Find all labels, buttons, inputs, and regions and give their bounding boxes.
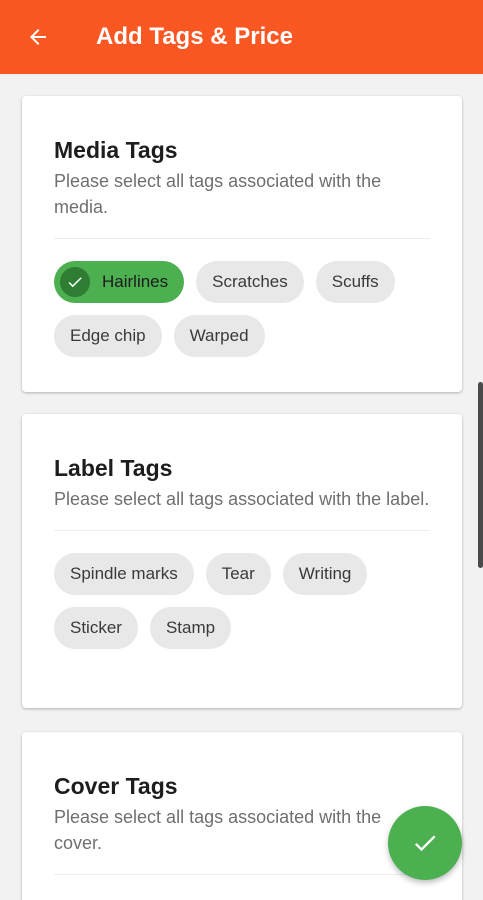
- page-title: Add Tags & Price: [96, 23, 293, 50]
- tag-chip-label: Edge chip: [70, 326, 146, 345]
- confirm-fab-button[interactable]: [388, 806, 462, 880]
- section-title: Cover Tags: [54, 773, 178, 799]
- tag-chip-stamp[interactable]: Stamp: [149, 607, 232, 649]
- divider: [54, 238, 430, 239]
- tag-chip-hairlines[interactable]: Hairlines: [54, 261, 185, 303]
- cover-tags-card: Cover Tags Please select all tags associ…: [22, 732, 462, 900]
- tag-chip-sticker[interactable]: Sticker: [54, 607, 138, 649]
- section-description: Please select all tags associated with t…: [54, 489, 430, 509]
- tag-chip-edge-chip[interactable]: Edge chip: [54, 315, 162, 357]
- app-bar: Add Tags & Price: [0, 0, 483, 74]
- tag-chip-warped[interactable]: Warped: [173, 315, 265, 357]
- label-tags-card: Label Tags Please select all tags associ…: [22, 414, 462, 708]
- scrollbar[interactable]: [478, 382, 483, 568]
- divider: [54, 874, 430, 875]
- tag-chip-label: Scuffs: [331, 272, 379, 291]
- arrow-left-icon: [30, 29, 46, 45]
- check-icon: [60, 267, 90, 297]
- media-tags-card: Media Tags Please select all tags associ…: [22, 96, 462, 392]
- section-description: Please select all tags associated with t…: [54, 807, 382, 853]
- tag-chip-group: Hairlines Scratches Scuffs Edge chip War…: [54, 261, 444, 369]
- tag-chip-label: Scratches: [212, 272, 288, 291]
- divider: [54, 530, 430, 531]
- tag-chip-scuffs[interactable]: Scuffs: [315, 261, 395, 303]
- section-title: Label Tags: [54, 455, 173, 481]
- section-description: Please select all tags associated with t…: [54, 171, 382, 217]
- tag-chip-scratches[interactable]: Scratches: [196, 261, 304, 303]
- tag-chip-label: Writing: [298, 564, 352, 583]
- tag-chip-label: Hairlines: [102, 272, 169, 291]
- tag-chip-label: Stamp: [165, 618, 216, 637]
- tag-chip-label: Warped: [189, 326, 249, 345]
- tag-chip-label: Spindle marks: [70, 564, 178, 583]
- section-title: Media Tags: [54, 137, 178, 163]
- tag-chip-label: Tear: [221, 564, 255, 583]
- scroll-content[interactable]: Media Tags Please select all tags associ…: [0, 74, 483, 900]
- tag-chip-tear[interactable]: Tear: [205, 553, 271, 595]
- tag-chip-spindle-marks[interactable]: Spindle marks: [54, 553, 194, 595]
- tag-chip-writing[interactable]: Writing: [282, 553, 368, 595]
- check-icon: [414, 835, 436, 852]
- tag-chip-label: Sticker: [70, 618, 122, 637]
- tag-chip-group: Spindle marks Tear Writing Sticker Stamp: [54, 553, 444, 661]
- back-button[interactable]: [18, 17, 58, 57]
